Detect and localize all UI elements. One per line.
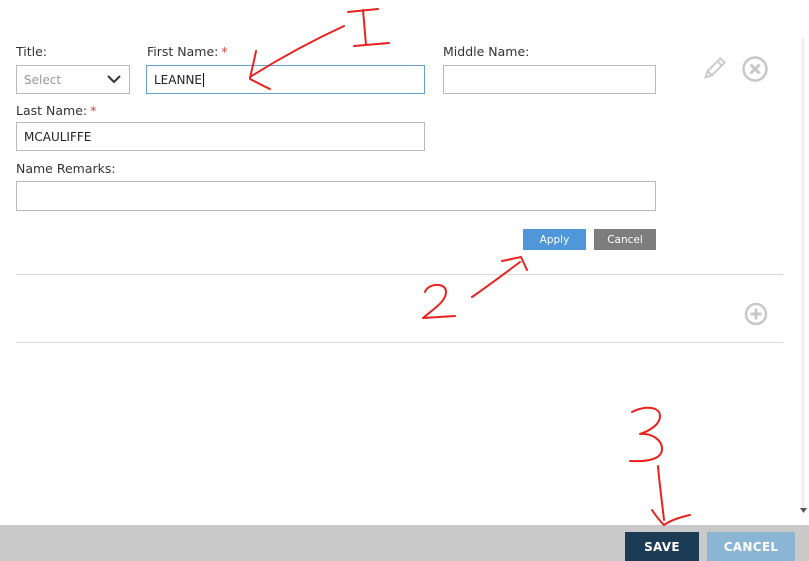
save-button[interactable]: SAVE (625, 532, 699, 561)
first-name-input[interactable]: LEANNE (146, 65, 425, 94)
vertical-scrollbar[interactable] (797, 0, 809, 525)
footer-cancel-button[interactable]: CANCEL (707, 532, 795, 561)
last-name-input[interactable]: MCAULIFFE (16, 122, 425, 151)
annotation-arrow-3 (651, 465, 691, 526)
first-name-value: LEANNE (154, 72, 203, 87)
cancel-button[interactable]: Cancel (594, 229, 656, 250)
text-cursor (203, 72, 205, 87)
plus-circle-icon[interactable] (744, 302, 768, 326)
title-label: Title: (16, 44, 47, 59)
annotation-number-3 (629, 406, 663, 463)
required-marker: * (90, 103, 97, 118)
section-divider (16, 342, 783, 343)
middle-name-input[interactable] (443, 65, 656, 94)
first-name-label: First Name: * (147, 44, 228, 59)
close-circle-icon[interactable] (741, 55, 769, 83)
chevron-down-icon (107, 75, 121, 84)
scroll-down-arrow-icon[interactable] (800, 507, 807, 514)
annotation-arrow-2 (471, 256, 528, 298)
pencil-icon[interactable] (701, 56, 727, 82)
last-name-value: MCAULIFFE (24, 129, 92, 144)
annotation-number-2 (422, 283, 456, 319)
name-remarks-label: Name Remarks: (16, 161, 116, 176)
title-select-value: Select (24, 72, 62, 87)
section-divider (16, 274, 783, 275)
title-select[interactable]: Select (16, 65, 130, 94)
name-remarks-input[interactable] (16, 181, 656, 211)
middle-name-label: Middle Name: (443, 44, 530, 59)
annotation-number-1 (347, 8, 390, 47)
last-name-label: Last Name: * (16, 103, 97, 118)
required-marker: * (221, 44, 228, 59)
apply-button[interactable]: Apply (523, 229, 586, 250)
